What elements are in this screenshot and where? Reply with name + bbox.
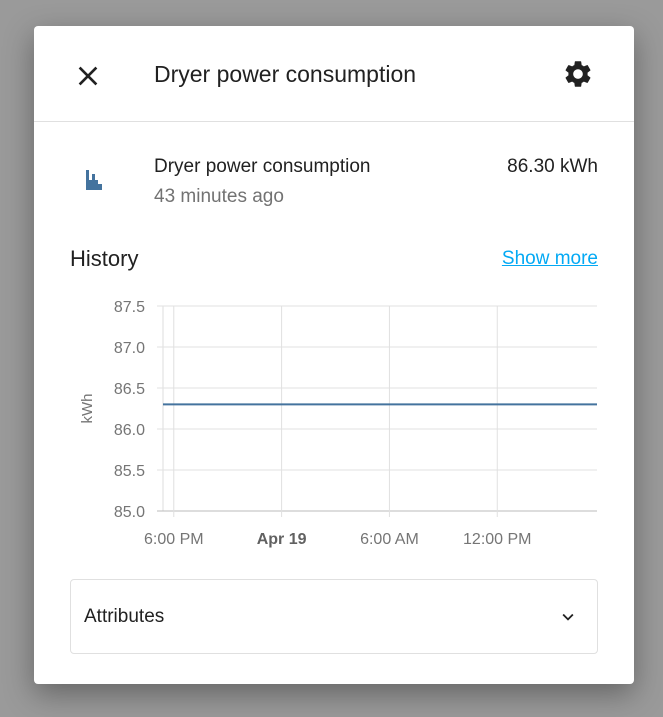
- chart-histogram-icon: [86, 170, 102, 190]
- dialog-title: Dryer power consumption: [154, 61, 417, 87]
- show-more-link[interactable]: Show more: [502, 248, 598, 270]
- entity-row: Dryer power consumption 43 minutes ago 8…: [34, 122, 634, 222]
- history-heading: History: [70, 246, 139, 271]
- x-tick-label: 6:00 AM: [360, 531, 419, 548]
- chevron-down-icon: [562, 613, 574, 621]
- history-chart: 87.5 87.0 86.5 86.0 85.5 85.0 6:00 PM Apr 19 6:0…: [79, 299, 597, 548]
- close-icon[interactable]: [72, 60, 104, 92]
- attributes-expander[interactable]: Attributes: [70, 579, 598, 654]
- x-tick-label: 12:00 PM: [463, 531, 531, 548]
- y-tick-label: 87.0: [114, 340, 145, 357]
- attributes-label: Attributes: [84, 606, 165, 627]
- entity-name: Dryer power consumption: [154, 156, 371, 177]
- y-tick-label: 86.0: [114, 422, 145, 439]
- x-tick-label: Apr 19: [257, 531, 307, 548]
- more-info-dialog: Dryer power consumption Dryer power cons…: [34, 26, 634, 684]
- dialog-header: Dryer power consumption: [34, 26, 634, 122]
- y-tick-label: 87.5: [114, 299, 145, 316]
- y-tick-label: 85.5: [114, 463, 145, 480]
- gear-icon[interactable]: [562, 58, 594, 90]
- x-tick-label: 6:00 PM: [144, 531, 204, 548]
- entity-state: 86.30 kWh: [507, 156, 598, 177]
- y-tick-label: 85.0: [114, 504, 145, 521]
- y-axis-title: kWh: [79, 394, 96, 424]
- entity-last-changed: 43 minutes ago: [154, 186, 284, 207]
- y-tick-label: 86.5: [114, 381, 145, 398]
